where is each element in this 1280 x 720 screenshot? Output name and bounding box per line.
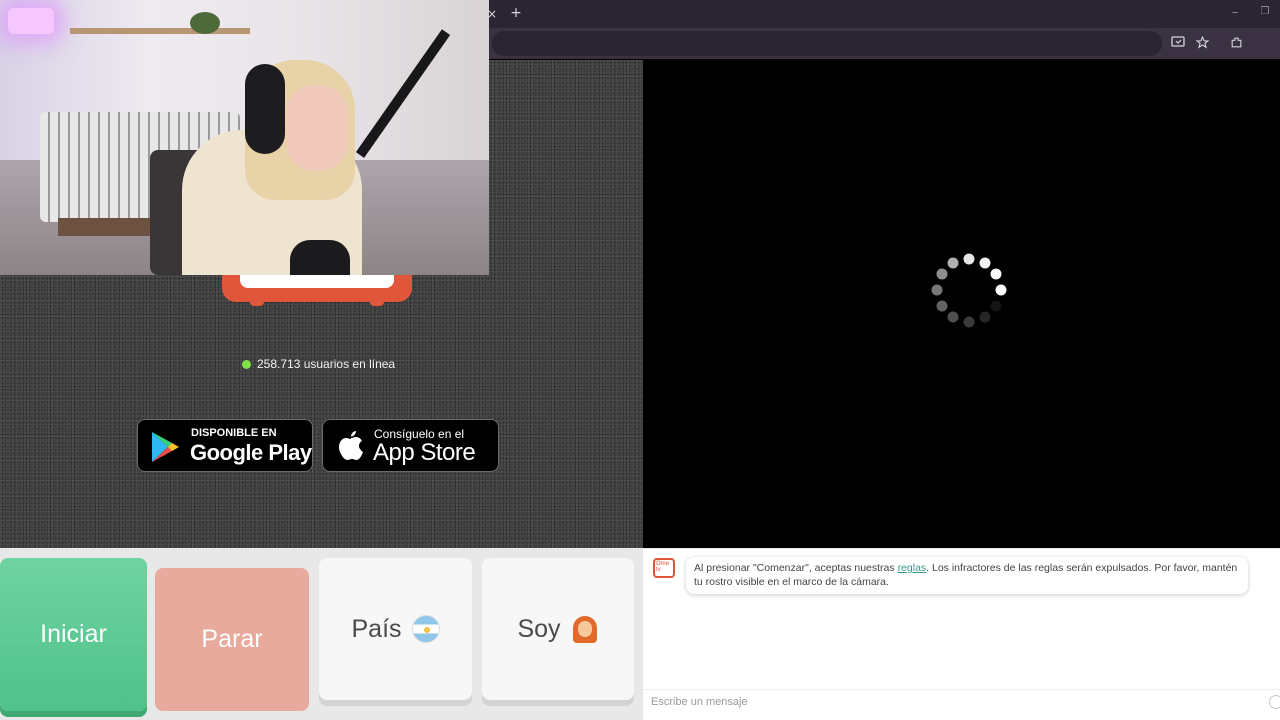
stop-button[interactable]: Parar [155, 568, 309, 711]
omnibox[interactable] [492, 31, 1162, 56]
message-input[interactable] [651, 694, 1251, 710]
apple-icon [339, 431, 363, 460]
app-store-big-label: App Store [373, 439, 476, 466]
new-tab-icon[interactable]: + [508, 6, 524, 22]
gender-button[interactable]: Soy [482, 558, 634, 700]
minimize-icon[interactable]: – [1227, 5, 1243, 21]
online-count-label: 258.713 usuarios en línea [257, 357, 396, 371]
webcam-overlay [0, 0, 489, 275]
app-store-badge[interactable]: Consíguelo en el App Store [322, 419, 499, 472]
google-play-icon [152, 432, 179, 462]
country-button-label: País [351, 614, 402, 643]
bookmark-star-icon[interactable] [1194, 35, 1210, 52]
online-users-indicator: 258.713 usuarios en línea [242, 356, 395, 372]
start-button-label: Iniciar [40, 620, 107, 648]
chat-input-bar [643, 689, 1280, 713]
ometv-logo-icon [222, 274, 412, 306]
rules-link[interactable]: reglas [898, 562, 927, 574]
system-notice-message: Al presionar "Comenzar", aceptas nuestra… [686, 557, 1248, 594]
start-button[interactable]: Iniciar [0, 558, 147, 711]
emoji-picker-icon[interactable] [1269, 695, 1280, 709]
google-play-badge[interactable]: DISPONIBLE EN Google Play [137, 419, 313, 472]
chat-panel: Ome tv Al presionar "Comenzar", aceptas … [643, 548, 1280, 720]
woman-emoji-icon [571, 615, 599, 643]
notice-text-before: Al presionar "Comenzar", aceptas nuestra… [694, 562, 898, 574]
google-play-small-label: DISPONIBLE EN [191, 427, 277, 439]
argentina-flag-icon [411, 615, 440, 643]
google-play-big-label: Google Play [190, 440, 312, 465]
country-button[interactable]: País [319, 558, 472, 700]
loading-spinner-icon [931, 253, 1007, 328]
gender-button-label: Soy [517, 614, 561, 643]
app-root: × + – ❐ 258.713 usuarios en línea DISPON… [0, 0, 1280, 720]
chat-logo-text: Ome tv [656, 561, 670, 573]
stop-button-label: Parar [201, 625, 263, 653]
extensions-icon[interactable] [1228, 36, 1244, 52]
ometv-chat-logo-icon: Ome tv [653, 558, 675, 578]
cast-icon[interactable] [1170, 36, 1186, 52]
online-dot-icon [242, 359, 251, 369]
restore-icon[interactable]: ❐ [1257, 5, 1273, 21]
controls-panel: Iniciar Parar País Soy [0, 548, 643, 720]
